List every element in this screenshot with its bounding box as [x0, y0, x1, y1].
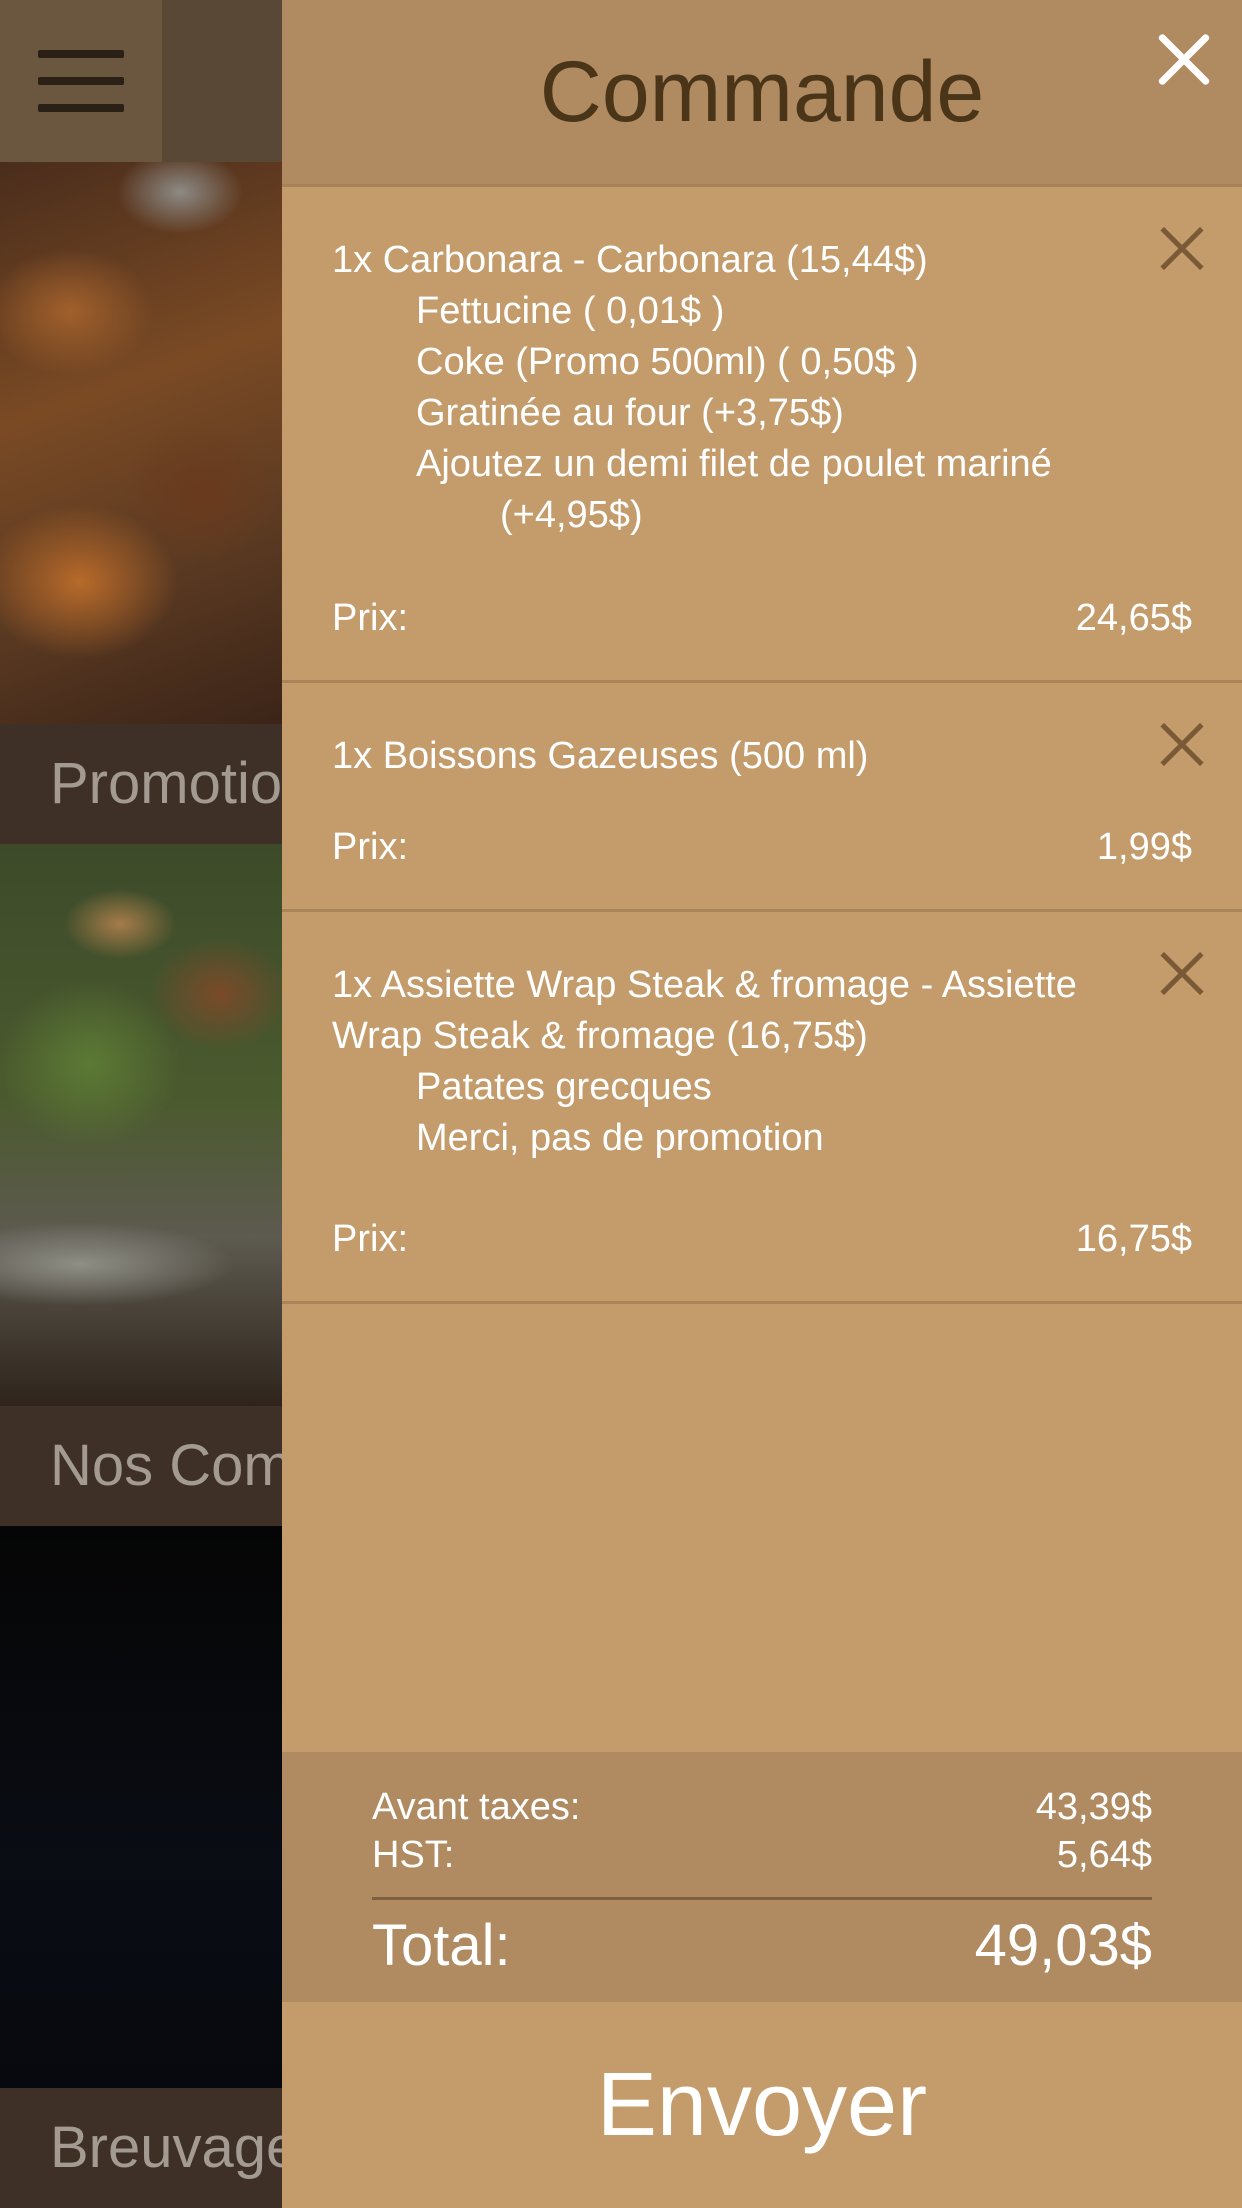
order-item-option: Ajoutez un demi filet de poulet mariné	[416, 443, 1052, 485]
price-label: Prix:	[332, 826, 408, 868]
order-item-price-row: Prix: 24,65$	[332, 597, 1192, 640]
subtotal-value: 43,39$	[1035, 1786, 1152, 1828]
price-label: Prix:	[332, 597, 408, 639]
order-item-option-price: (+4,95$)	[500, 494, 643, 536]
price-value: 1,99$	[1096, 826, 1192, 868]
order-item-option: Patates grecques	[416, 1066, 712, 1108]
total-value: 49,03$	[974, 1913, 1152, 1978]
order-item: 1x Assiette Wrap Steak & fromage - Assie…	[282, 912, 1242, 1304]
background-menu-page: Promotions Nos Combos Breuvages	[0, 0, 282, 2208]
background-top-bar	[0, 0, 282, 162]
drawer-title: Commande	[539, 44, 985, 140]
order-item: 1x Boissons Gazeuses (500 ml) Prix: 1,99…	[282, 683, 1242, 912]
order-item-option: Gratinée au four (+3,75$)	[416, 392, 844, 434]
category-nos-combos[interactable]: Nos Combos	[0, 1406, 282, 1526]
hamburger-menu-icon[interactable]	[0, 0, 162, 162]
total-label: Total:	[372, 1913, 511, 1978]
remove-item-icon[interactable]	[1160, 227, 1204, 271]
category-promotions[interactable]: Promotions	[0, 724, 282, 844]
order-item-title: 1x Assiette Wrap Steak & fromage - Assie…	[332, 964, 1077, 1057]
background-dark-area	[0, 1526, 282, 2088]
order-drawer: Commande 1x Carbonara - Carbonara (15,44…	[282, 0, 1242, 2208]
order-item-title: 1x Carbonara - Carbonara (15,44$)	[332, 239, 928, 281]
order-item-title: 1x Boissons Gazeuses (500 ml)	[332, 735, 869, 777]
order-item-price-row: Prix: 16,75$	[332, 1218, 1192, 1261]
order-item-option: Merci, pas de promotion	[416, 1117, 824, 1159]
tax-row: HST: 5,64$	[372, 1834, 1152, 1877]
send-order-button[interactable]: Envoyer	[282, 2002, 1242, 2208]
category-breuvages[interactable]: Breuvages	[0, 2088, 282, 2208]
tax-label: HST:	[372, 1834, 455, 1876]
order-list: 1x Carbonara - Carbonara (15,44$) Fettuc…	[282, 187, 1242, 1304]
remove-item-icon[interactable]	[1160, 723, 1204, 767]
subtotal-label: Avant taxes:	[372, 1786, 581, 1828]
order-totals: Avant taxes: 43,39$ HST: 5,64$ Total: 49…	[282, 1752, 1242, 2002]
order-item-option: Fettucine ( 0,01$ )	[416, 290, 725, 332]
price-value: 24,65$	[1075, 597, 1192, 639]
price-label: Prix:	[332, 1218, 408, 1260]
total-row: Total: 49,03$	[372, 1912, 1152, 1979]
salad-image[interactable]	[0, 844, 282, 1406]
order-item-option: Coke (Promo 500ml) ( 0,50$ )	[416, 341, 919, 383]
remove-item-icon[interactable]	[1160, 952, 1204, 996]
price-value: 16,75$	[1075, 1218, 1192, 1260]
order-item-price-row: Prix: 1,99$	[332, 826, 1192, 869]
close-icon[interactable]	[1154, 30, 1214, 90]
subtotal-row: Avant taxes: 43,39$	[372, 1786, 1152, 1829]
pizza-image[interactable]	[0, 162, 282, 724]
drawer-header: Commande	[282, 0, 1242, 184]
order-item: 1x Carbonara - Carbonara (15,44$) Fettuc…	[282, 187, 1242, 683]
tax-value: 5,64$	[1056, 1834, 1152, 1876]
totals-divider	[372, 1897, 1152, 1900]
